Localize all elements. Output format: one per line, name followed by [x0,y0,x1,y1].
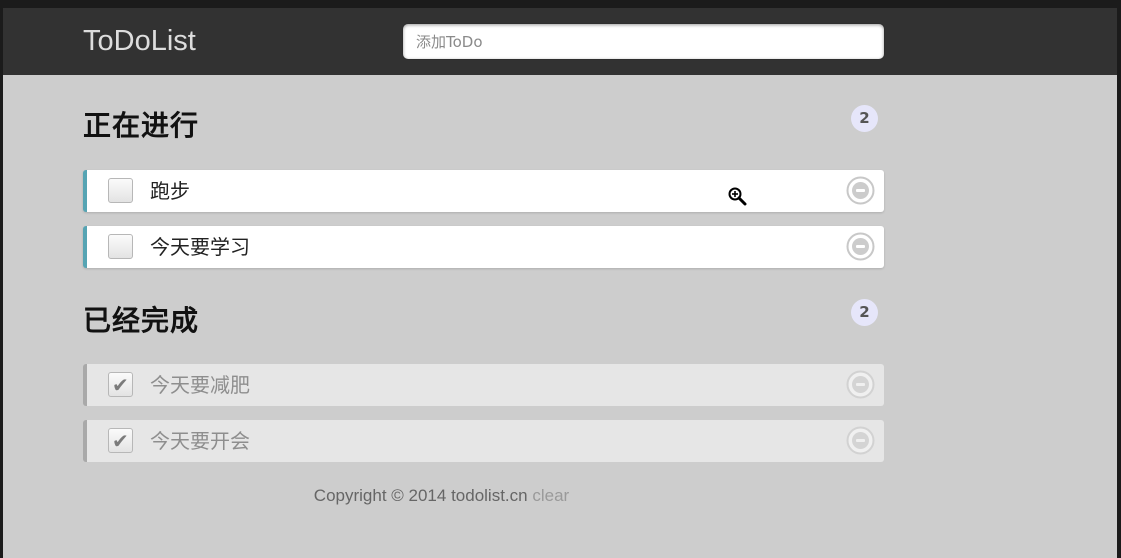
add-todo-input[interactable] [403,24,884,59]
check-icon: ✔ [112,429,129,453]
app-logo: ToDoList [83,25,196,57]
todo-checkbox-checked[interactable]: ✔ [108,372,133,397]
in-progress-count-badge: 2 [851,105,878,132]
minus-circle-icon[interactable] [846,426,875,455]
todo-item-label[interactable]: 跑步 [150,178,190,204]
header-bar: ToDoList [3,8,1117,75]
completed-title: 已经完成 [83,304,200,337]
completed-count-badge: 2 [851,299,878,326]
todo-item[interactable]: 跑步 [83,170,884,212]
app-window: ToDoList 正在进行 2 跑步 今天要学习 已经完成 2 ✔ 今天要减肥 [3,8,1117,558]
clear-link[interactable]: clear [532,486,569,505]
check-icon: ✔ [112,373,129,397]
todo-checkbox[interactable] [108,234,133,259]
minus-circle-icon[interactable] [846,232,875,261]
minus-circle-icon[interactable] [846,370,875,399]
todo-checkbox-checked[interactable]: ✔ [108,428,133,453]
minus-circle-icon[interactable] [846,176,875,205]
copyright-text: Copyright © 2014 todolist.cn [313,486,528,505]
todo-item[interactable]: 今天要学习 [83,226,884,268]
footer: Copyright © 2014 todolist.cn clear [3,483,880,509]
todo-item-label[interactable]: 今天要学习 [150,234,250,260]
todo-item-done[interactable]: ✔ 今天要减肥 [83,364,884,406]
zoom-in-cursor-icon [728,187,747,206]
todo-item-done[interactable]: ✔ 今天要开会 [83,420,884,462]
todo-item-label[interactable]: 今天要开会 [150,428,250,454]
todo-checkbox[interactable] [108,178,133,203]
todo-item-label[interactable]: 今天要减肥 [150,372,250,398]
in-progress-title: 正在进行 [83,109,200,142]
